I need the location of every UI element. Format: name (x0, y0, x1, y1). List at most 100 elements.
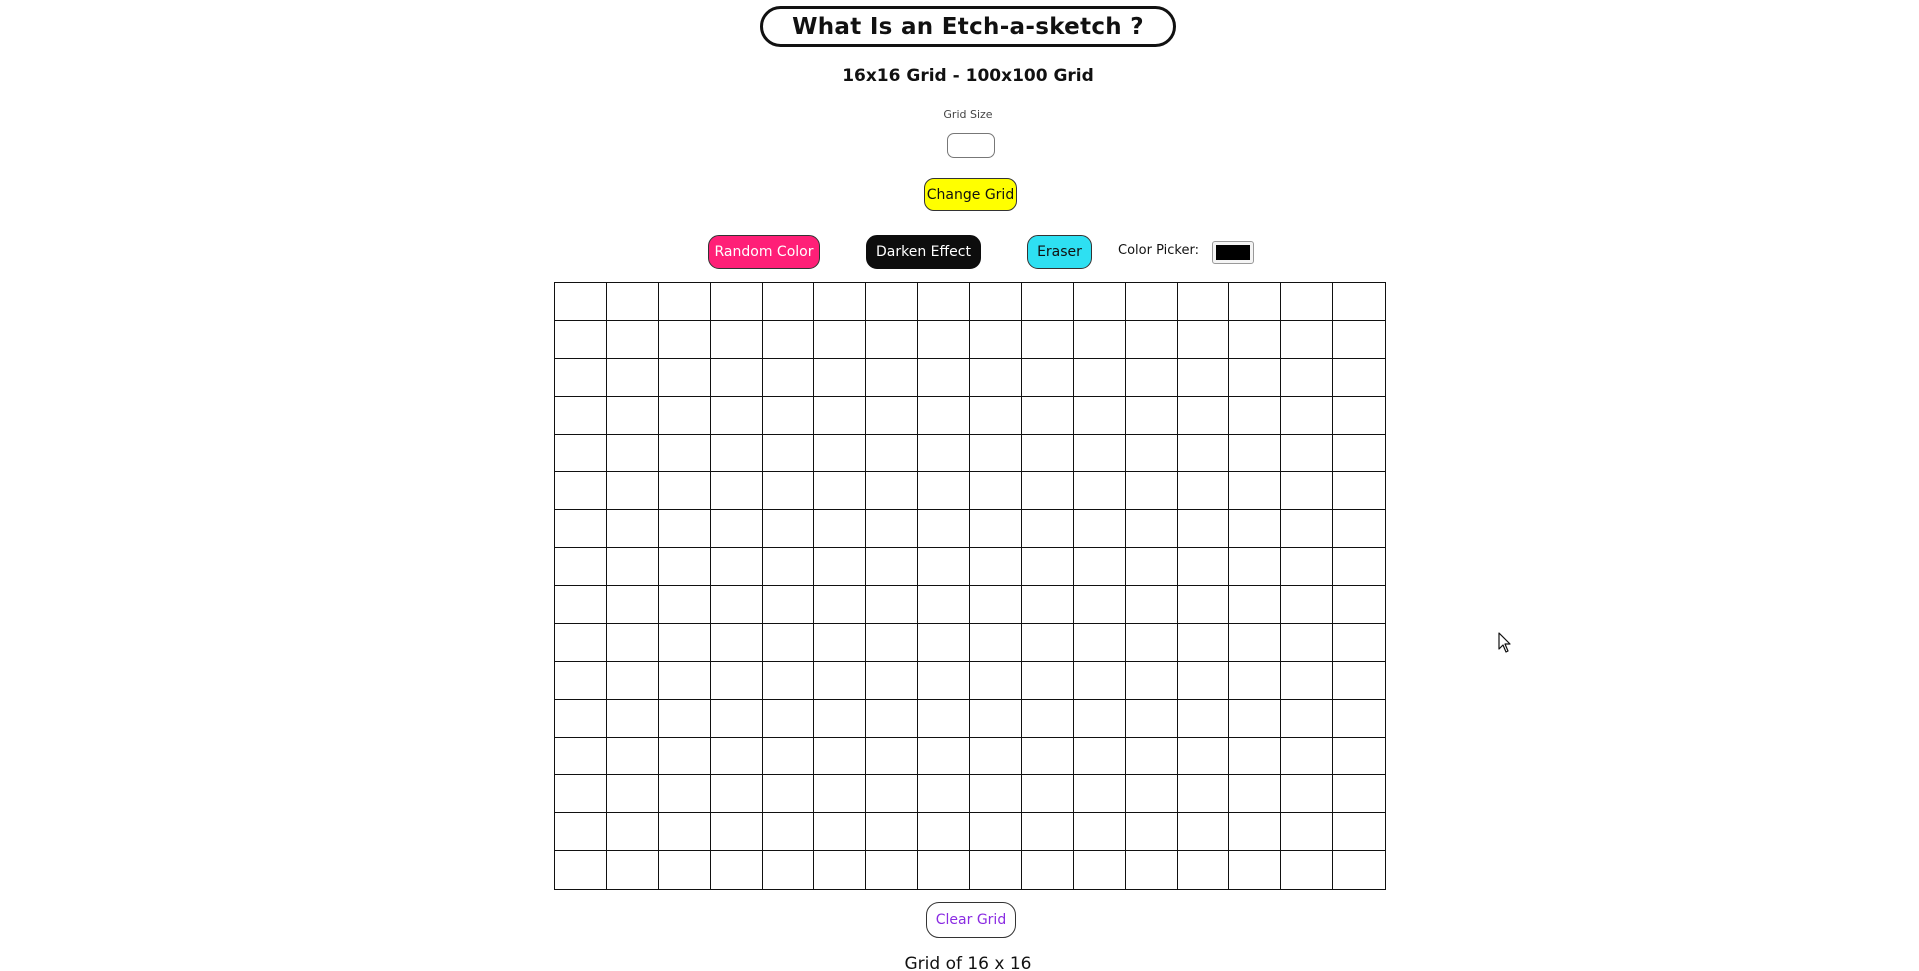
grid-cell[interactable] (658, 396, 711, 435)
grid-cell[interactable] (1333, 813, 1385, 852)
grid-cell[interactable] (918, 396, 970, 435)
grid-cell[interactable] (1333, 472, 1385, 511)
grid-cell[interactable] (1229, 737, 1282, 776)
grid-cell[interactable] (1073, 661, 1126, 700)
grid-cell[interactable] (1281, 358, 1334, 397)
grid-cell[interactable] (918, 623, 970, 662)
random-color-button[interactable]: Random Color (708, 235, 820, 269)
grid-cell[interactable] (1073, 623, 1126, 662)
grid-cell[interactable] (1125, 775, 1178, 814)
grid-cell[interactable] (1021, 283, 1074, 321)
grid-cell[interactable] (1177, 851, 1230, 889)
grid-cell[interactable] (1177, 661, 1230, 700)
grid-cell[interactable] (1229, 358, 1282, 397)
grid-cell[interactable] (866, 586, 919, 624)
grid-cell[interactable] (814, 548, 867, 586)
grid-cell[interactable] (606, 623, 659, 662)
grid-cell[interactable] (970, 283, 1022, 321)
grid-cell[interactable] (1229, 434, 1282, 473)
grid-cell[interactable] (555, 586, 607, 624)
grid-cell[interactable] (866, 623, 919, 662)
grid-cell[interactable] (1125, 737, 1178, 776)
grid-cell[interactable] (970, 472, 1022, 511)
grid-cell[interactable] (1073, 396, 1126, 435)
grid-cell[interactable] (1229, 661, 1282, 700)
grid-cell[interactable] (1333, 396, 1385, 435)
grid-cell[interactable] (606, 283, 659, 321)
grid-cell[interactable] (970, 775, 1022, 814)
grid-cell[interactable] (970, 358, 1022, 397)
grid-cell[interactable] (1125, 851, 1178, 889)
grid-cell[interactable] (762, 586, 815, 624)
grid-cell[interactable] (814, 396, 867, 435)
grid-cell[interactable] (814, 737, 867, 776)
grid-cell[interactable] (1021, 358, 1074, 397)
grid-cell[interactable] (970, 320, 1022, 359)
grid-cell[interactable] (710, 510, 763, 549)
grid-cell[interactable] (1177, 737, 1230, 776)
grid-cell[interactable] (1177, 699, 1230, 738)
grid-cell[interactable] (1333, 851, 1385, 889)
grid-cell[interactable] (762, 434, 815, 473)
grid-cell[interactable] (762, 358, 815, 397)
grid-cell[interactable] (658, 851, 711, 889)
grid-cell[interactable] (866, 434, 919, 473)
grid-cell[interactable] (658, 813, 711, 852)
grid-cell[interactable] (762, 661, 815, 700)
grid-cell[interactable] (1073, 358, 1126, 397)
grid-cell[interactable] (918, 775, 970, 814)
grid-cell[interactable] (970, 699, 1022, 738)
grid-cell[interactable] (606, 510, 659, 549)
color-picker-input[interactable] (1212, 241, 1254, 264)
grid-cell[interactable] (1125, 434, 1178, 473)
grid-cell[interactable] (710, 396, 763, 435)
grid-cell[interactable] (658, 320, 711, 359)
grid-cell[interactable] (555, 283, 607, 321)
darken-effect-button[interactable]: Darken Effect (866, 235, 981, 269)
grid-cell[interactable] (1021, 661, 1074, 700)
grid-cell[interactable] (1281, 661, 1334, 700)
grid-cell[interactable] (1073, 737, 1126, 776)
grid-cell[interactable] (1073, 699, 1126, 738)
grid-cell[interactable] (970, 586, 1022, 624)
grid-cell[interactable] (1177, 320, 1230, 359)
grid-cell[interactable] (1177, 586, 1230, 624)
grid-cell[interactable] (814, 813, 867, 852)
grid-cell[interactable] (1021, 586, 1074, 624)
sketch-grid[interactable] (554, 282, 1386, 890)
grid-cell[interactable] (918, 472, 970, 511)
grid-cell[interactable] (1125, 283, 1178, 321)
grid-cell[interactable] (710, 737, 763, 776)
grid-cell[interactable] (866, 851, 919, 889)
grid-cell[interactable] (1229, 813, 1282, 852)
grid-cell[interactable] (1333, 434, 1385, 473)
grid-cell[interactable] (866, 737, 919, 776)
grid-cell[interactable] (658, 623, 711, 662)
grid-cell[interactable] (814, 320, 867, 359)
grid-cell[interactable] (970, 623, 1022, 662)
grid-cell[interactable] (710, 320, 763, 359)
grid-cell[interactable] (1281, 699, 1334, 738)
grid-cell[interactable] (1073, 813, 1126, 852)
grid-cell[interactable] (1333, 699, 1385, 738)
grid-cell[interactable] (1229, 775, 1282, 814)
grid-cell[interactable] (1281, 434, 1334, 473)
grid-cell[interactable] (970, 434, 1022, 473)
grid-cell[interactable] (1021, 396, 1074, 435)
grid-cell[interactable] (1177, 548, 1230, 586)
grid-cell[interactable] (1229, 283, 1282, 321)
grid-cell[interactable] (555, 699, 607, 738)
grid-cell[interactable] (658, 283, 711, 321)
grid-cell[interactable] (606, 661, 659, 700)
grid-cell[interactable] (970, 737, 1022, 776)
grid-cell[interactable] (710, 775, 763, 814)
grid-cell[interactable] (866, 699, 919, 738)
grid-cell[interactable] (814, 851, 867, 889)
grid-cell[interactable] (1125, 623, 1178, 662)
grid-cell[interactable] (970, 396, 1022, 435)
grid-cell[interactable] (1073, 548, 1126, 586)
grid-cell[interactable] (1229, 548, 1282, 586)
grid-cell[interactable] (1021, 775, 1074, 814)
grid-cell[interactable] (814, 510, 867, 549)
grid-cell[interactable] (658, 358, 711, 397)
